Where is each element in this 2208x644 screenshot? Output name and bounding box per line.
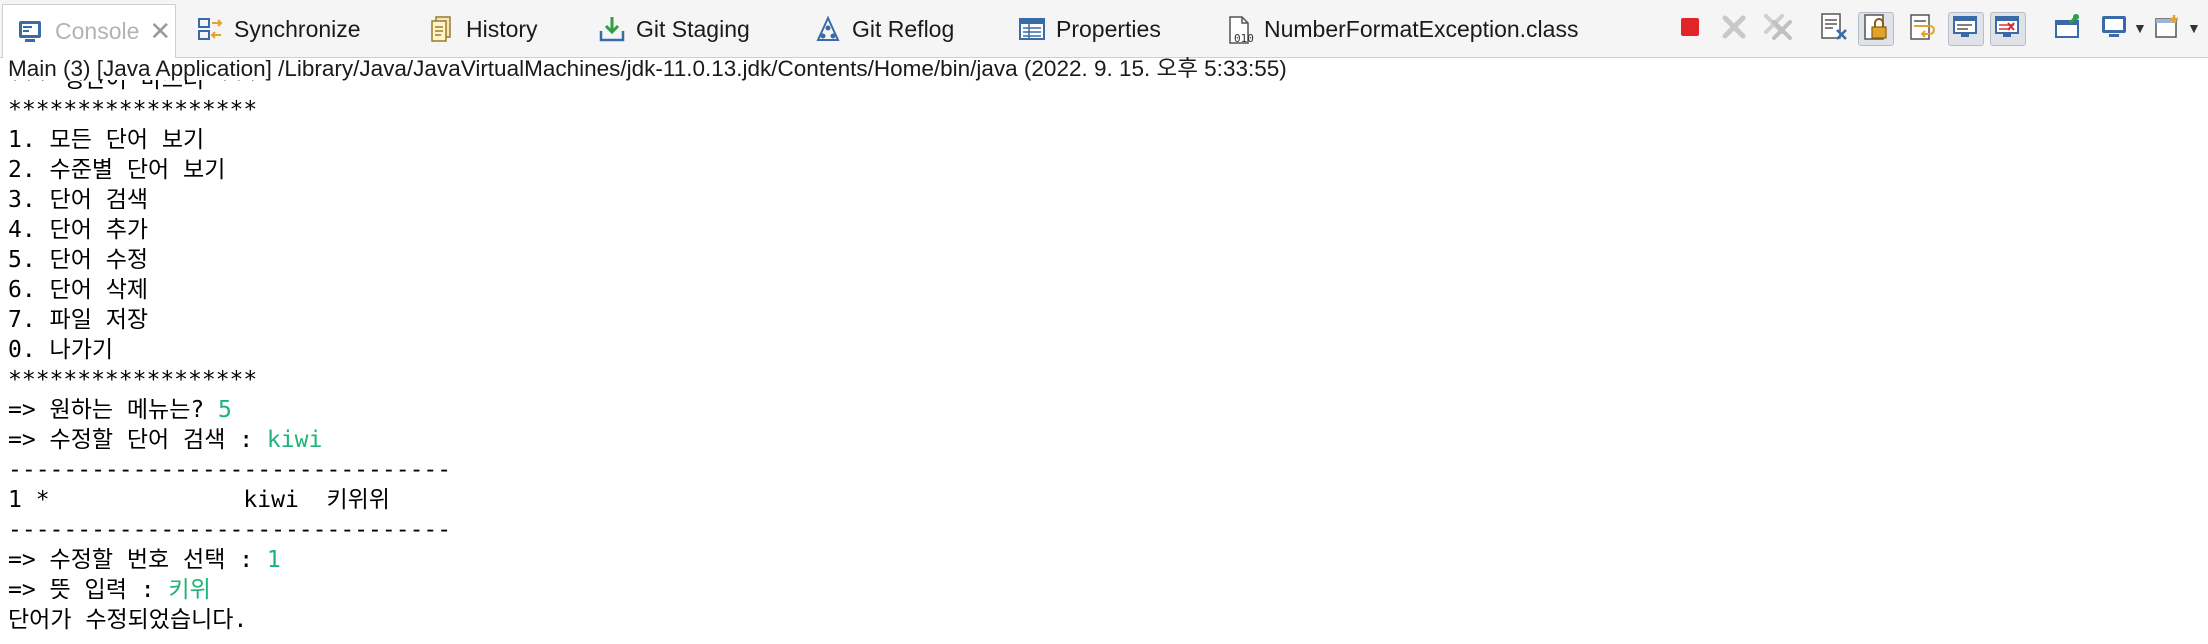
console-line: 2. 수준별 단어 보기 [8, 155, 2198, 185]
tab-history-label: History [466, 15, 538, 42]
console-line: ****************** [8, 95, 2198, 125]
console-line-text: => 수정할 단어 검색 : [8, 427, 267, 453]
console-line: => 원하는 메뉴는? 5 [8, 395, 2198, 425]
console-line-text: 4. 단어 추가 [8, 217, 149, 243]
console-line: 1. 모든 단어 보기 [8, 125, 2198, 155]
console-line: 3. 단어 검색 [8, 185, 2198, 215]
git-reflog-icon [814, 15, 842, 43]
tab-history[interactable]: History [428, 6, 538, 52]
console-icon [17, 18, 45, 46]
console-line-text: => 뜻 입력 : [8, 577, 169, 603]
console-line-text: ****************** [8, 97, 258, 123]
show-console-on-stderr-icon [1994, 13, 2022, 46]
remove-all-terminated-icon [1763, 13, 1793, 46]
console-user-input: 키위 [168, 577, 211, 603]
remove-launch-icon [1721, 14, 1747, 45]
close-tab-icon[interactable]: ✕ [149, 16, 171, 47]
console-line: => 뜻 입력 : 키위 [8, 575, 2198, 605]
pin-console-icon [2054, 13, 2082, 46]
console-line-text: 1 * kiwi 키위위 [8, 487, 390, 513]
launch-description: Main (3) [Java Application] /Library/Jav… [8, 56, 1287, 81]
history-icon [428, 15, 456, 43]
tab-synchronize-label: Synchronize [234, 15, 361, 42]
scroll-lock-button[interactable] [1858, 12, 1894, 46]
console-user-input: 1 [266, 547, 281, 573]
console-line-text: ****************** [8, 367, 258, 393]
console-line: -------------------------------- [8, 455, 2198, 485]
tab-properties-label: Properties [1056, 15, 1161, 42]
class-file-icon: 010 [1226, 15, 1254, 45]
show-console-on-stdout-icon [1952, 13, 1980, 46]
console-line-text: -------------------------------- [8, 517, 452, 543]
console-line-text: *** 영단어 마스터 *** [8, 80, 260, 93]
clear-console-button[interactable] [1816, 12, 1852, 46]
tab-git-staging[interactable]: Git Staging [598, 6, 750, 52]
word-wrap-icon [1908, 13, 1936, 46]
show-console-on-stdout-button[interactable] [1948, 12, 1984, 46]
show-console-on-stderr-button[interactable] [1990, 12, 2026, 46]
tab-console[interactable]: Console ✕ [2, 4, 176, 58]
console-line: -------------------------------- [8, 515, 2198, 545]
terminate-button[interactable] [1672, 12, 1708, 46]
console-line: *** 영단어 마스터 *** [8, 80, 2198, 95]
console-line: 1 * kiwi 키위위 [8, 485, 2198, 515]
tab-numberformatexception-class[interactable]: 010 NumberFormatException.class [1226, 6, 1578, 52]
tab-git-reflog[interactable]: Git Reflog [814, 6, 954, 52]
open-console-dropdown-icon[interactable]: ▼ [2187, 20, 2201, 36]
open-console-icon [2154, 13, 2182, 46]
console-line: 0. 나가기 [8, 335, 2198, 365]
view-tab-bar: Console ✕ Synchronize History Git Stagin… [0, 0, 2208, 58]
console-user-input: kiwi [266, 427, 323, 453]
console-line: => 수정할 번호 선택 : 1 [8, 545, 2198, 575]
console-line: => 수정할 단어 검색 : kiwi [8, 425, 2198, 455]
open-console-button[interactable] [2150, 12, 2186, 46]
console-line-text: => 수정할 번호 선택 : [8, 547, 267, 573]
tab-git-staging-label: Git Staging [636, 15, 750, 42]
display-selected-console-icon [2100, 13, 2128, 46]
tab-git-reflog-label: Git Reflog [852, 15, 955, 42]
console-line: 5. 단어 수정 [8, 245, 2198, 275]
console-line: 단어가 수정되었습니다. [8, 605, 2198, 635]
tab-synchronize[interactable]: Synchronize [196, 6, 361, 52]
console-user-input: 5 [218, 397, 232, 423]
display-console-dropdown-icon[interactable]: ▼ [2133, 20, 2147, 36]
console-line: 6. 단어 삭제 [8, 275, 2198, 305]
console-line-text: 7. 파일 저장 [8, 307, 149, 333]
console-line: 7. 파일 저장 [8, 305, 2198, 335]
remove-launch-button[interactable] [1716, 12, 1752, 46]
console-line-text: 0. 나가기 [8, 337, 114, 363]
console-line-text: 1. 모든 단어 보기 [8, 127, 205, 153]
synchronize-icon [196, 15, 224, 43]
console-line-text: => 원하는 메뉴는? [8, 397, 219, 423]
tab-console-label: Console [55, 18, 140, 44]
console-line: 4. 단어 추가 [8, 215, 2198, 245]
terminate-icon [1679, 16, 1701, 43]
tab-numberformatexception-label: NumberFormatException.class [1264, 15, 1579, 42]
display-selected-console-button[interactable] [2096, 12, 2132, 46]
console-line-text: 단어가 수정되었습니다. [8, 607, 248, 633]
pin-console-button[interactable] [2050, 12, 2086, 46]
svg-text:010: 010 [1234, 32, 1254, 45]
console-output[interactable]: *** 영단어 마스터 *** ****************** 1. 모든 단… [8, 80, 2198, 644]
console-line-text: 5. 단어 수정 [8, 247, 149, 273]
clear-console-icon [1819, 12, 1849, 47]
console-line-text: 2. 수준별 단어 보기 [8, 157, 226, 183]
remove-all-terminated-button[interactable] [1760, 12, 1796, 46]
console-line-text: 6. 단어 삭제 [8, 277, 149, 303]
tab-properties[interactable]: Properties [1018, 6, 1161, 52]
console-line: ****************** [8, 365, 2198, 395]
console-line-text: -------------------------------- [8, 457, 452, 483]
git-staging-icon [598, 15, 626, 43]
word-wrap-button[interactable] [1904, 12, 1940, 46]
console-line-text: 3. 단어 검색 [8, 187, 149, 213]
scroll-lock-icon [1862, 13, 1890, 46]
properties-icon [1018, 15, 1046, 43]
